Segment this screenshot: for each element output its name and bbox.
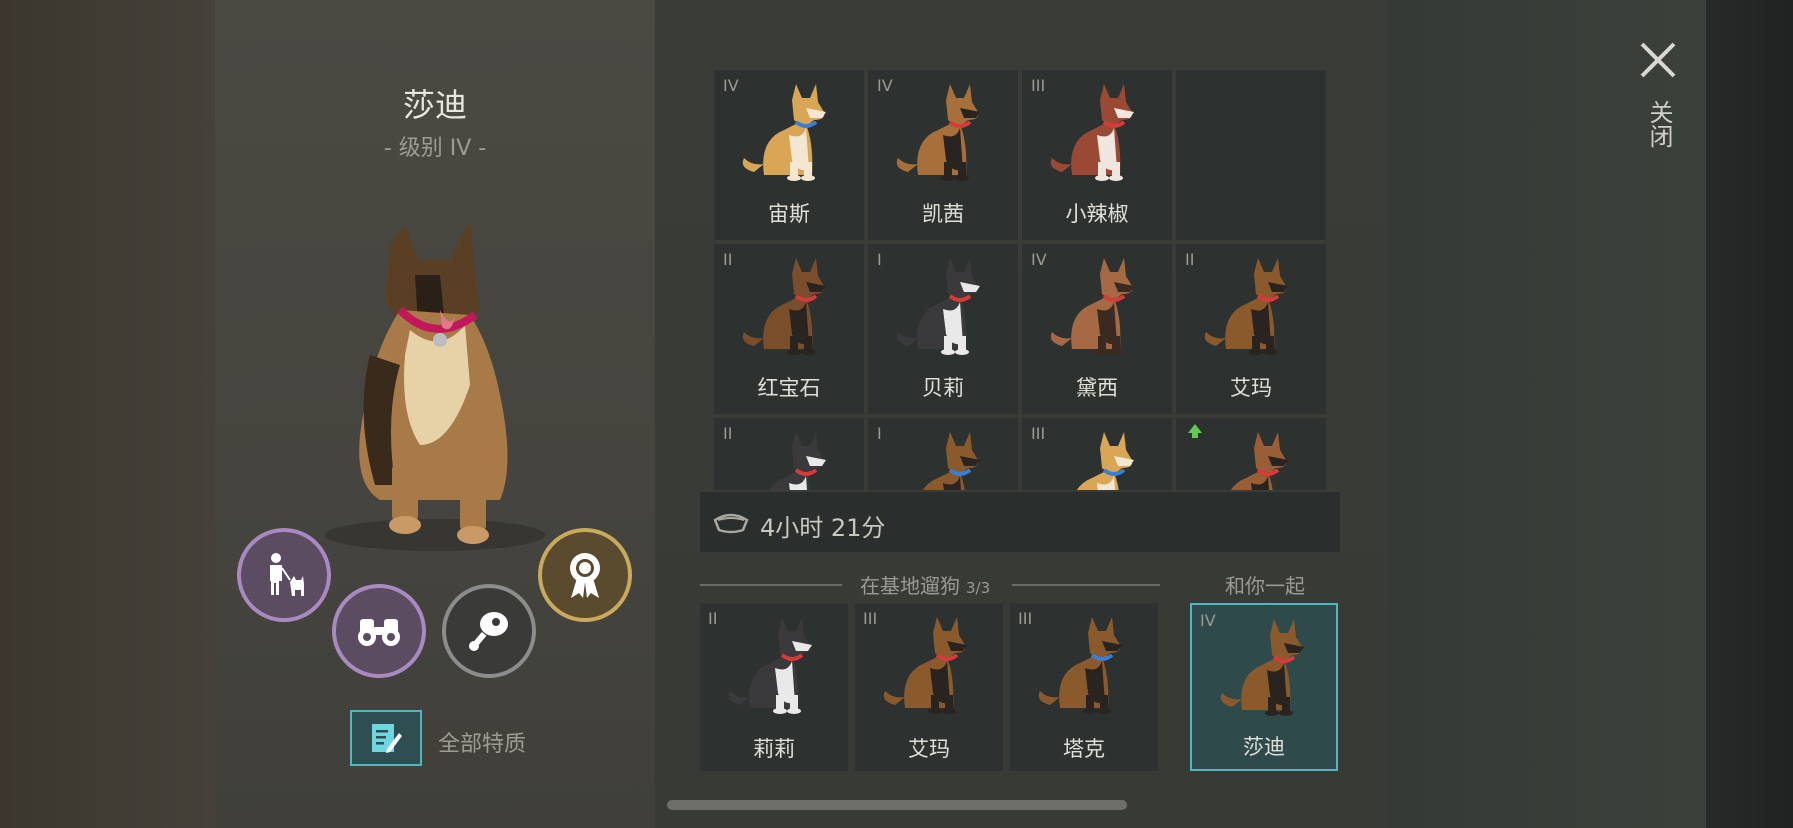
walking-title-text: 在基地遛狗 — [860, 574, 960, 598]
empty-dog-slot — [1176, 70, 1326, 240]
dog-level-badge: II — [723, 250, 733, 269]
dog-thumbnail — [1076, 432, 1134, 490]
dog-name-label: 艾玛 — [1230, 376, 1272, 400]
dog-thumbnail — [883, 617, 967, 714]
dog-name-label: 红宝石 — [757, 376, 821, 400]
dog-card[interactable]: IV 黛西 — [1022, 244, 1172, 414]
dog-thumbnail — [742, 258, 826, 355]
person-with-dog-icon — [270, 553, 304, 596]
dog-thumbnail — [1230, 432, 1288, 490]
selected-dog-name: 莎迪 — [402, 86, 467, 124]
walking-title: 在基地遛狗 3/3 — [860, 570, 990, 599]
selected-dog-level: - 级别 IV - — [383, 136, 487, 161]
dog-level-badge: II — [708, 609, 718, 628]
dog-level-badge: I — [877, 250, 882, 269]
dog-card[interactable]: IV 凯茜 — [868, 70, 1018, 240]
dog-card[interactable]: II — [714, 418, 864, 490]
background-edge — [1706, 0, 1793, 828]
dog-card[interactable]: I — [868, 418, 1018, 490]
dog-level-badge: II — [723, 424, 733, 443]
dog-name-label: 凯茜 — [922, 202, 964, 226]
explore-button[interactable] — [332, 584, 426, 678]
dog-name-label: 莎迪 — [1243, 735, 1285, 759]
with-you-title: 和你一起 — [1225, 574, 1305, 598]
dog-grid: IV 宙斯 IV 凯茜 III 小辣椒 II 红宝石 I 贝莉 IV 黛西 II 艾玛 II I III — [714, 70, 1326, 490]
dog-name-label: 艾玛 — [908, 737, 950, 761]
dog-name-label: 小辣椒 — [1065, 202, 1129, 226]
dog-card[interactable]: III 小辣椒 — [1022, 70, 1172, 240]
dog-thumbnail — [742, 84, 826, 181]
dog-thumbnail — [1038, 617, 1122, 714]
dog-thumbnail — [1204, 258, 1288, 355]
dog-card[interactable]: III — [1022, 418, 1172, 490]
dog-thumbnail — [728, 617, 812, 714]
selected-dog-portrait — [325, 220, 545, 551]
close-icon[interactable] — [1638, 40, 1678, 80]
food-timer-text: 4小时 21分 — [760, 514, 886, 542]
dog-card[interactable]: II 红宝石 — [714, 244, 864, 414]
companion-dog-card[interactable]: IV 莎迪 — [1190, 603, 1338, 771]
dog-thumbnail — [896, 258, 980, 355]
walk-divider-right — [1012, 584, 1160, 586]
dog-thumbnail — [1220, 619, 1304, 716]
feed-button[interactable] — [442, 584, 536, 678]
dog-level-badge: II — [1185, 250, 1195, 269]
dog-name-label: 贝莉 — [922, 376, 964, 400]
dog-name-label: 黛西 — [1076, 376, 1118, 400]
award-button[interactable] — [538, 528, 632, 622]
dog-card[interactable]: II 艾玛 — [1176, 244, 1326, 414]
dog-name-label: 宙斯 — [768, 202, 810, 226]
background-left — [0, 0, 215, 828]
document-edit-icon — [372, 724, 402, 753]
dog-thumbnail — [1050, 84, 1134, 181]
dog-thumbnail — [896, 84, 980, 181]
walking-dog-card[interactable]: III 艾玛 — [855, 603, 1003, 771]
dog-card[interactable]: I 贝莉 — [868, 244, 1018, 414]
close-label[interactable]: 关闭 — [1642, 100, 1677, 148]
dog-card[interactable]: IV 宙斯 — [714, 70, 864, 240]
meat-icon — [469, 612, 508, 651]
dog-thumbnail — [1050, 258, 1134, 355]
all-traits-label: 全部特质 — [438, 732, 527, 757]
all-traits-button[interactable] — [350, 710, 422, 766]
walking-count: 3/3 — [966, 579, 991, 597]
dog-card[interactable] — [1176, 418, 1326, 490]
walking-dog-card[interactable]: II 莉莉 — [700, 603, 848, 771]
dog-name-label: 莉莉 — [753, 737, 795, 761]
medal-icon — [570, 553, 600, 598]
dog-thumbnail — [768, 432, 826, 490]
walk-divider-left — [700, 584, 842, 586]
dog-thumbnail — [922, 432, 980, 490]
walk-dog-button[interactable] — [237, 528, 331, 622]
food-bowl-icon — [713, 513, 749, 534]
horizontal-scrollbar[interactable] — [667, 800, 1127, 810]
dog-name-label: 塔克 — [1063, 737, 1105, 761]
binoculars-icon — [358, 619, 400, 646]
walking-dog-card[interactable]: III 塔克 — [1010, 603, 1158, 771]
dog-level-badge: I — [877, 424, 882, 443]
